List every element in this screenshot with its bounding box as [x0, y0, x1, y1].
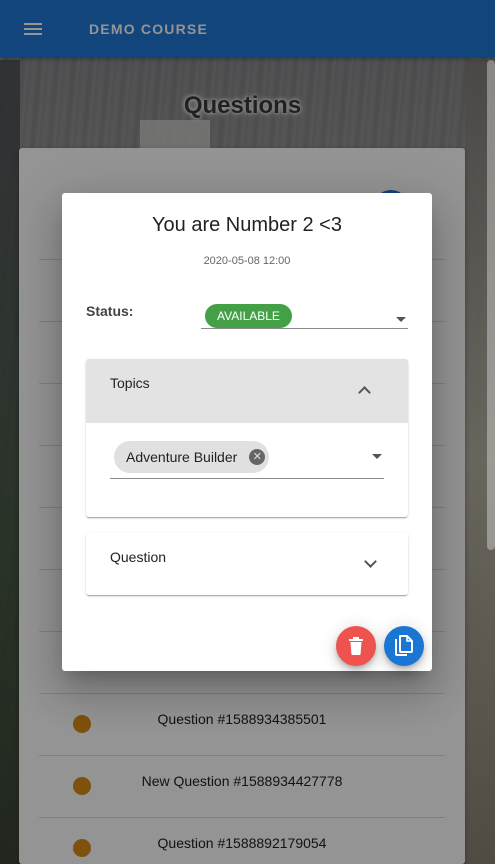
status-select[interactable]: AVAILABLE — [201, 303, 408, 329]
dialog-date: 2020-05-08 12:00 — [203, 255, 291, 267]
question-panel: Question — [86, 533, 408, 595]
dialog-title: You are Number 2 <3 — [152, 214, 342, 236]
chevron-down-icon — [364, 555, 377, 568]
copy-button[interactable] — [384, 626, 424, 666]
copy-icon — [395, 635, 413, 656]
trash-icon — [349, 637, 363, 655]
delete-button[interactable] — [336, 626, 376, 666]
question-panel-header[interactable]: Question — [86, 533, 408, 595]
dropdown-arrow-icon — [396, 317, 406, 322]
topics-panel: Topics Adventure Builder ✕ — [86, 359, 408, 517]
dropdown-arrow-icon[interactable] — [372, 454, 382, 459]
cancel-icon[interactable]: ✕ — [249, 449, 266, 465]
question-panel-label: Question — [110, 549, 167, 565]
topic-chip-label: Adventure Builder — [126, 449, 238, 465]
topics-panel-label: Topics — [110, 375, 150, 391]
scrollbar[interactable] — [487, 60, 495, 550]
topics-input[interactable]: Adventure Builder ✕ — [110, 441, 384, 479]
question-dialog: You are Number 2 <3 2020-05-08 12:00 Sta… — [62, 193, 432, 671]
chevron-up-icon — [358, 386, 371, 399]
topic-chip[interactable]: Adventure Builder ✕ — [114, 441, 270, 473]
status-label: Status: — [86, 303, 134, 319]
topics-panel-header[interactable]: Topics — [86, 359, 408, 423]
status-chip: AVAILABLE — [205, 304, 292, 328]
